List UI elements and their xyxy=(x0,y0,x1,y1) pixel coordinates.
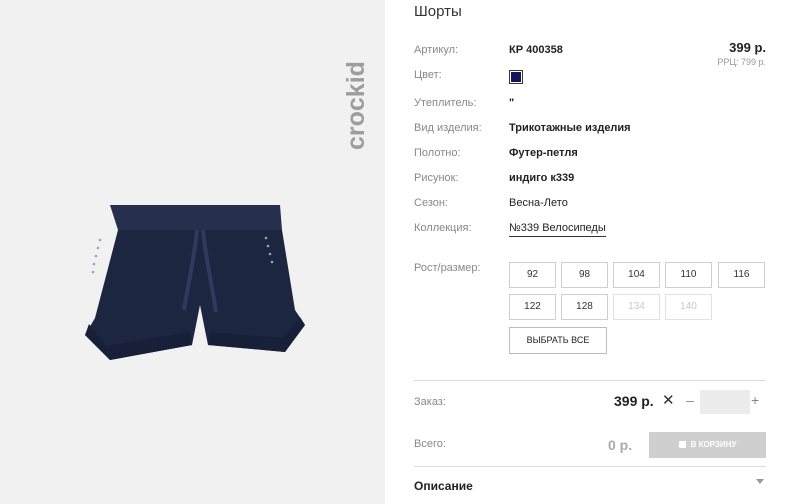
order-unit-price: 399 р. xyxy=(614,393,654,409)
total-value: 0 р. xyxy=(608,437,633,453)
attr-label-fabric: Полотно: xyxy=(414,147,461,159)
attr-value-season: Весна-Лето xyxy=(509,197,568,209)
product-price: 399 р. xyxy=(729,40,766,55)
color-swatch[interactable] xyxy=(509,70,523,84)
size-option-116[interactable]: 116 xyxy=(718,262,765,288)
size-option-128[interactable]: 128 xyxy=(561,294,608,320)
attr-label-pattern: Рисунок: xyxy=(414,172,459,184)
attr-label-article: Артикул: xyxy=(414,44,459,56)
increase-quantity-button[interactable]: + xyxy=(751,392,759,408)
shopping-bag-icon xyxy=(678,441,686,448)
size-option-140: 140 xyxy=(665,294,712,320)
size-option-104[interactable]: 104 xyxy=(613,262,660,288)
size-option-110[interactable]: 110 xyxy=(665,262,712,288)
attr-value-fabric: Футер-петля xyxy=(509,147,578,159)
color-swatch-fill xyxy=(511,72,521,82)
add-to-cart-button[interactable]: В КОРЗИНУ xyxy=(649,432,766,458)
attr-value-insulation: " xyxy=(509,97,515,109)
attr-label-color: Цвет: xyxy=(414,69,442,81)
attr-label-season: Сезон: xyxy=(414,197,448,209)
order-label: Заказ: xyxy=(414,396,446,408)
shorts-photo xyxy=(85,205,305,360)
decrease-quantity-button[interactable]: – xyxy=(686,392,694,408)
attr-label-insulation: Утеплитель: xyxy=(414,97,477,109)
recommended-retail-price: РРЦ: 799 р. xyxy=(717,57,766,67)
size-option-92[interactable]: 92 xyxy=(509,262,556,288)
size-label: Рост/размер: xyxy=(414,262,481,274)
select-all-sizes-button[interactable]: ВЫБРАТЬ ВСЕ xyxy=(509,327,607,354)
divider-description xyxy=(414,466,766,467)
attr-label-collection: Коллекция: xyxy=(414,222,472,234)
svg-text:crockid: crockid xyxy=(342,61,370,150)
attr-label-product-type: Вид изделия: xyxy=(414,122,482,134)
chevron-down-icon[interactable] xyxy=(756,479,764,484)
add-to-cart-label: В КОРЗИНУ xyxy=(690,440,737,449)
total-label: Всего: xyxy=(414,438,446,450)
attr-value-pattern: индиго к339 xyxy=(509,172,575,184)
size-option-98[interactable]: 98 xyxy=(561,262,608,288)
product-title: Шорты xyxy=(414,3,462,20)
crockid-logo: crockid xyxy=(342,61,370,150)
divider-order xyxy=(414,380,766,381)
product-image[interactable]: crockid xyxy=(0,0,385,504)
size-option-134: 134 xyxy=(613,294,660,320)
description-toggle[interactable]: Описание xyxy=(414,479,473,493)
multiply-icon: ✕ xyxy=(662,392,675,409)
collection-link[interactable]: №339 Велосипеды xyxy=(509,222,606,237)
attr-value-article: КР 400358 xyxy=(509,44,563,56)
size-option-122[interactable]: 122 xyxy=(509,294,556,320)
attr-value-product-type: Трикотажные изделия xyxy=(509,122,631,134)
quantity-input[interactable] xyxy=(700,390,750,414)
